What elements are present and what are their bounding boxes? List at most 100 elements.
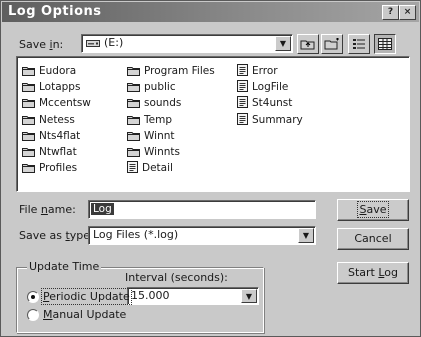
- file-list-item[interactable]: Eudora: [22, 63, 91, 79]
- manual-update-radio[interactable]: [27, 309, 39, 321]
- file-name-value: Log: [91, 203, 114, 215]
- file-list-item-name: Nts4flat: [39, 129, 81, 142]
- file-list-item-name: Detail: [142, 162, 173, 175]
- periodic-rest: eriodic Update: [49, 290, 130, 303]
- log-options-dialog: Log Options ? × Save in: (E:) ▼ Eudora L…: [0, 0, 421, 337]
- file-list-item[interactable]: St4unst: [237, 95, 303, 111]
- file-list-item[interactable]: Winnts: [127, 144, 215, 160]
- folder-icon: [127, 66, 140, 76]
- folder-icon: [22, 147, 35, 157]
- save-as-type-combo[interactable]: Log Files (*.log) ▼: [88, 226, 316, 245]
- folder-icon: [22, 66, 35, 76]
- document-icon: [127, 161, 138, 174]
- folder-icon: [22, 98, 35, 109]
- file-name-label: File name:: [19, 203, 76, 216]
- file-list-item-name: Temp: [144, 113, 172, 126]
- file-list-item[interactable]: Ntwflat: [22, 144, 91, 160]
- save-in-combo[interactable]: (E:) ▼: [81, 34, 293, 53]
- save-button[interactable]: Save: [337, 199, 409, 221]
- file-list-item[interactable]: Profiles: [22, 160, 91, 176]
- folder-icon: [22, 163, 35, 174]
- chevron-down-icon[interactable]: ▼: [298, 228, 314, 243]
- folder-icon: [127, 131, 140, 141]
- file-list-item[interactable]: Summary: [237, 112, 303, 128]
- periodic-update-radio-dot: [31, 295, 35, 299]
- save-as-type-label-prefix: Save as: [19, 229, 66, 242]
- window-title: Log Options: [8, 4, 102, 19]
- file-list-item[interactable]: Detail: [127, 160, 215, 176]
- interval-input[interactable]: 15.000 ▼: [127, 287, 259, 305]
- file-list-item[interactable]: Error: [237, 63, 303, 79]
- start-log-button[interactable]: Start Log: [337, 262, 409, 284]
- document-icon: [237, 96, 248, 109]
- save-in-value: (E:): [104, 36, 124, 49]
- cancel-button[interactable]: Cancel: [337, 228, 409, 250]
- file-list-item[interactable]: Temp: [127, 112, 215, 128]
- periodic-update-label[interactable]: Periodic Update: [41, 288, 132, 305]
- file-list-item-name: Ntwflat: [39, 145, 77, 158]
- file-list-item-name: Error: [252, 65, 278, 77]
- file-list-item-name: St4unst: [252, 97, 293, 110]
- interval-label: Interval (seconds):: [125, 271, 228, 284]
- save-button-label: Save: [357, 201, 389, 218]
- periodic-update-radio[interactable]: [27, 291, 39, 303]
- file-name-input[interactable]: Log: [88, 200, 316, 219]
- document-icon: [237, 64, 248, 76]
- file-name-label-prefix: File: [19, 203, 41, 216]
- file-list-item[interactable]: Mccentsw: [22, 95, 91, 111]
- new-folder-icon[interactable]: [321, 34, 343, 54]
- file-list-item[interactable]: Program Files: [127, 63, 215, 79]
- folder-icon: [127, 82, 140, 93]
- details-view-icon[interactable]: [374, 34, 396, 54]
- file-list-column-2: Program Files public sounds Temp Winnt Winnts…: [127, 63, 215, 176]
- file-list-item-name: Winnts: [144, 145, 180, 158]
- chevron-down-icon[interactable]: ▼: [275, 36, 291, 51]
- file-list-item[interactable]: public: [127, 79, 215, 95]
- interval-value: 15.000: [131, 289, 170, 302]
- update-time-group: Update Time Interval (seconds): 15.000 ▼…: [16, 260, 264, 333]
- manual-update-label[interactable]: Manual Update: [43, 308, 126, 321]
- update-time-title: Update Time: [27, 260, 102, 273]
- up-folder-icon[interactable]: [297, 34, 319, 54]
- file-list-column-3: Error LogFile St4unst Summary: [237, 63, 303, 128]
- file-list-item[interactable]: Lotapps: [22, 79, 91, 95]
- list-view-icon[interactable]: [348, 34, 370, 54]
- save-button-rest: ave: [366, 203, 387, 216]
- save-in-label-prefix: Save: [19, 38, 50, 51]
- chevron-down-icon[interactable]: ▼: [241, 289, 257, 303]
- drive-icon: [86, 38, 100, 51]
- save-as-type-value: Log Files (*.log): [93, 228, 179, 241]
- file-list-item[interactable]: Netess: [22, 112, 91, 128]
- start-log-prefix: Start: [347, 266, 379, 279]
- file-list-item-name: Eudora: [39, 65, 77, 77]
- manual-rest: anual Update: [52, 308, 127, 321]
- file-list-item-name: Mccentsw: [39, 97, 91, 110]
- folder-icon: [127, 98, 140, 109]
- save-in-label-suffix: n:: [52, 38, 64, 51]
- file-list-item-name: sounds: [144, 97, 182, 110]
- file-list-item[interactable]: LogFile: [237, 79, 303, 95]
- file-list-item-name: Winnt: [144, 129, 175, 142]
- file-list-item[interactable]: sounds: [127, 95, 215, 111]
- save-as-type-label: Save as type:: [19, 229, 94, 242]
- document-icon: [237, 80, 248, 93]
- folder-icon: [127, 147, 140, 157]
- file-list-item-name: LogFile: [252, 81, 289, 94]
- folder-icon: [22, 115, 35, 125]
- file-list[interactable]: Eudora Lotapps Mccentsw Netess Nts4flat Ntwfl…: [16, 56, 410, 192]
- file-name-label-accel: n: [40, 203, 48, 216]
- folder-icon: [127, 115, 140, 125]
- folder-icon: [22, 131, 35, 141]
- file-list-item[interactable]: Nts4flat: [22, 128, 91, 144]
- file-list-item-name: Profiles: [39, 162, 78, 175]
- manual-accel: M: [43, 308, 53, 321]
- file-list-item-name: Program Files: [144, 65, 215, 77]
- periodic-update-text: Periodic Update: [41, 288, 132, 305]
- save-in-label: Save in:: [19, 38, 63, 51]
- close-button[interactable]: ×: [399, 5, 416, 20]
- title-bar[interactable]: Log Options ? ×: [2, 2, 419, 22]
- file-list-item-name: Summary: [252, 113, 303, 126]
- file-name-label-suffix: ame:: [47, 203, 76, 216]
- help-button[interactable]: ?: [382, 5, 399, 20]
- file-list-item[interactable]: Winnt: [127, 128, 215, 144]
